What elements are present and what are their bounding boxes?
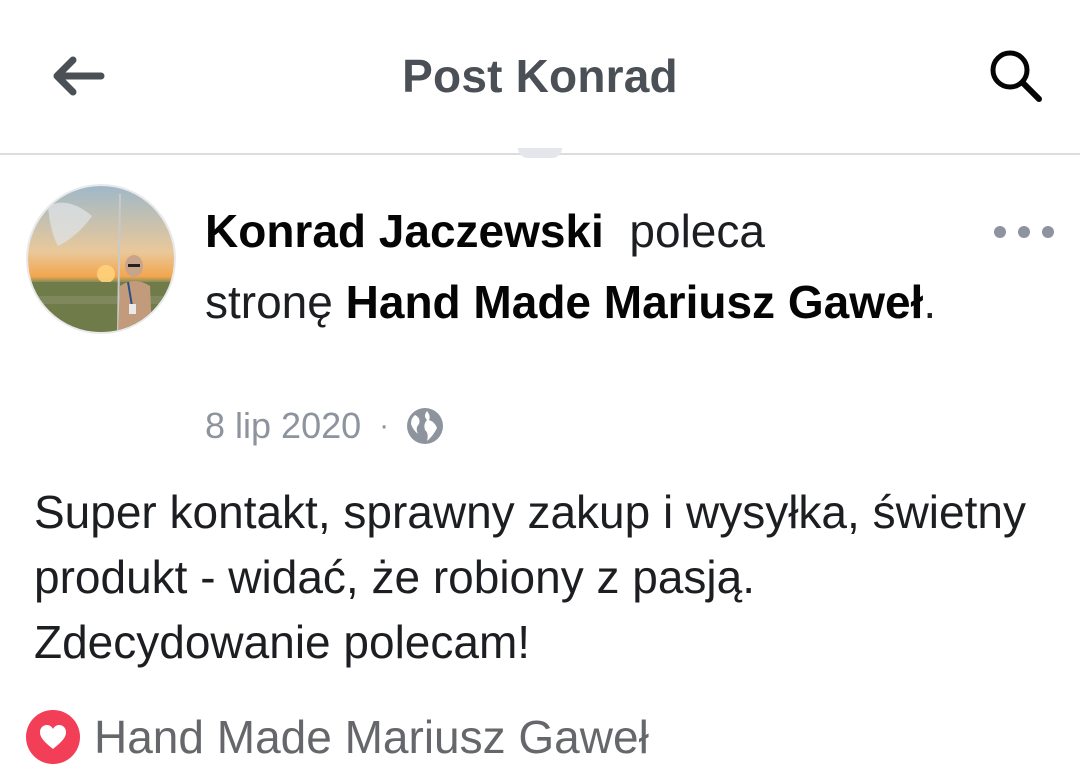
- globe-icon[interactable]: [405, 406, 445, 446]
- post-screen: Post Konrad Konrad Jaczewski poleca stro…: [0, 0, 1080, 776]
- trailing-period: .: [923, 276, 937, 328]
- top-bar: Post Konrad: [0, 0, 1080, 155]
- meta-separator: ·: [379, 409, 390, 442]
- post-body: Super kontakt, sprawny zakup i wysyłka, …: [34, 486, 1026, 668]
- heart-icon: [40, 725, 66, 749]
- avatar-photo: [28, 186, 174, 332]
- post-date[interactable]: 8 lip 2020: [205, 405, 361, 447]
- more-options-button[interactable]: [994, 214, 1054, 250]
- avatar[interactable]: [26, 184, 176, 334]
- author-name[interactable]: Konrad Jaczewski: [205, 205, 604, 257]
- heart-badge: [26, 710, 80, 764]
- action-verb: poleca: [629, 205, 765, 257]
- post-header: Konrad Jaczewski poleca stronę Hand Made…: [205, 196, 965, 338]
- page-title: Post Konrad: [402, 50, 678, 102]
- post-meta: 8 lip 2020 ·: [205, 404, 445, 448]
- page-name-link[interactable]: Hand Made Mariusz Gaweł: [346, 276, 924, 328]
- search-button[interactable]: [980, 40, 1052, 112]
- more-horizontal-icon-dot: [994, 226, 1006, 238]
- more-horizontal-icon-dot: [1042, 226, 1054, 238]
- pull-indicator: [518, 148, 562, 158]
- more-horizontal-icon-dot: [1018, 226, 1030, 238]
- recommended-page-name: Hand Made Mariusz Gaweł: [94, 711, 649, 763]
- recommended-page-link[interactable]: Hand Made Mariusz Gaweł: [26, 709, 649, 765]
- object-prefix: stronę: [205, 276, 333, 328]
- search-icon: [990, 50, 1042, 102]
